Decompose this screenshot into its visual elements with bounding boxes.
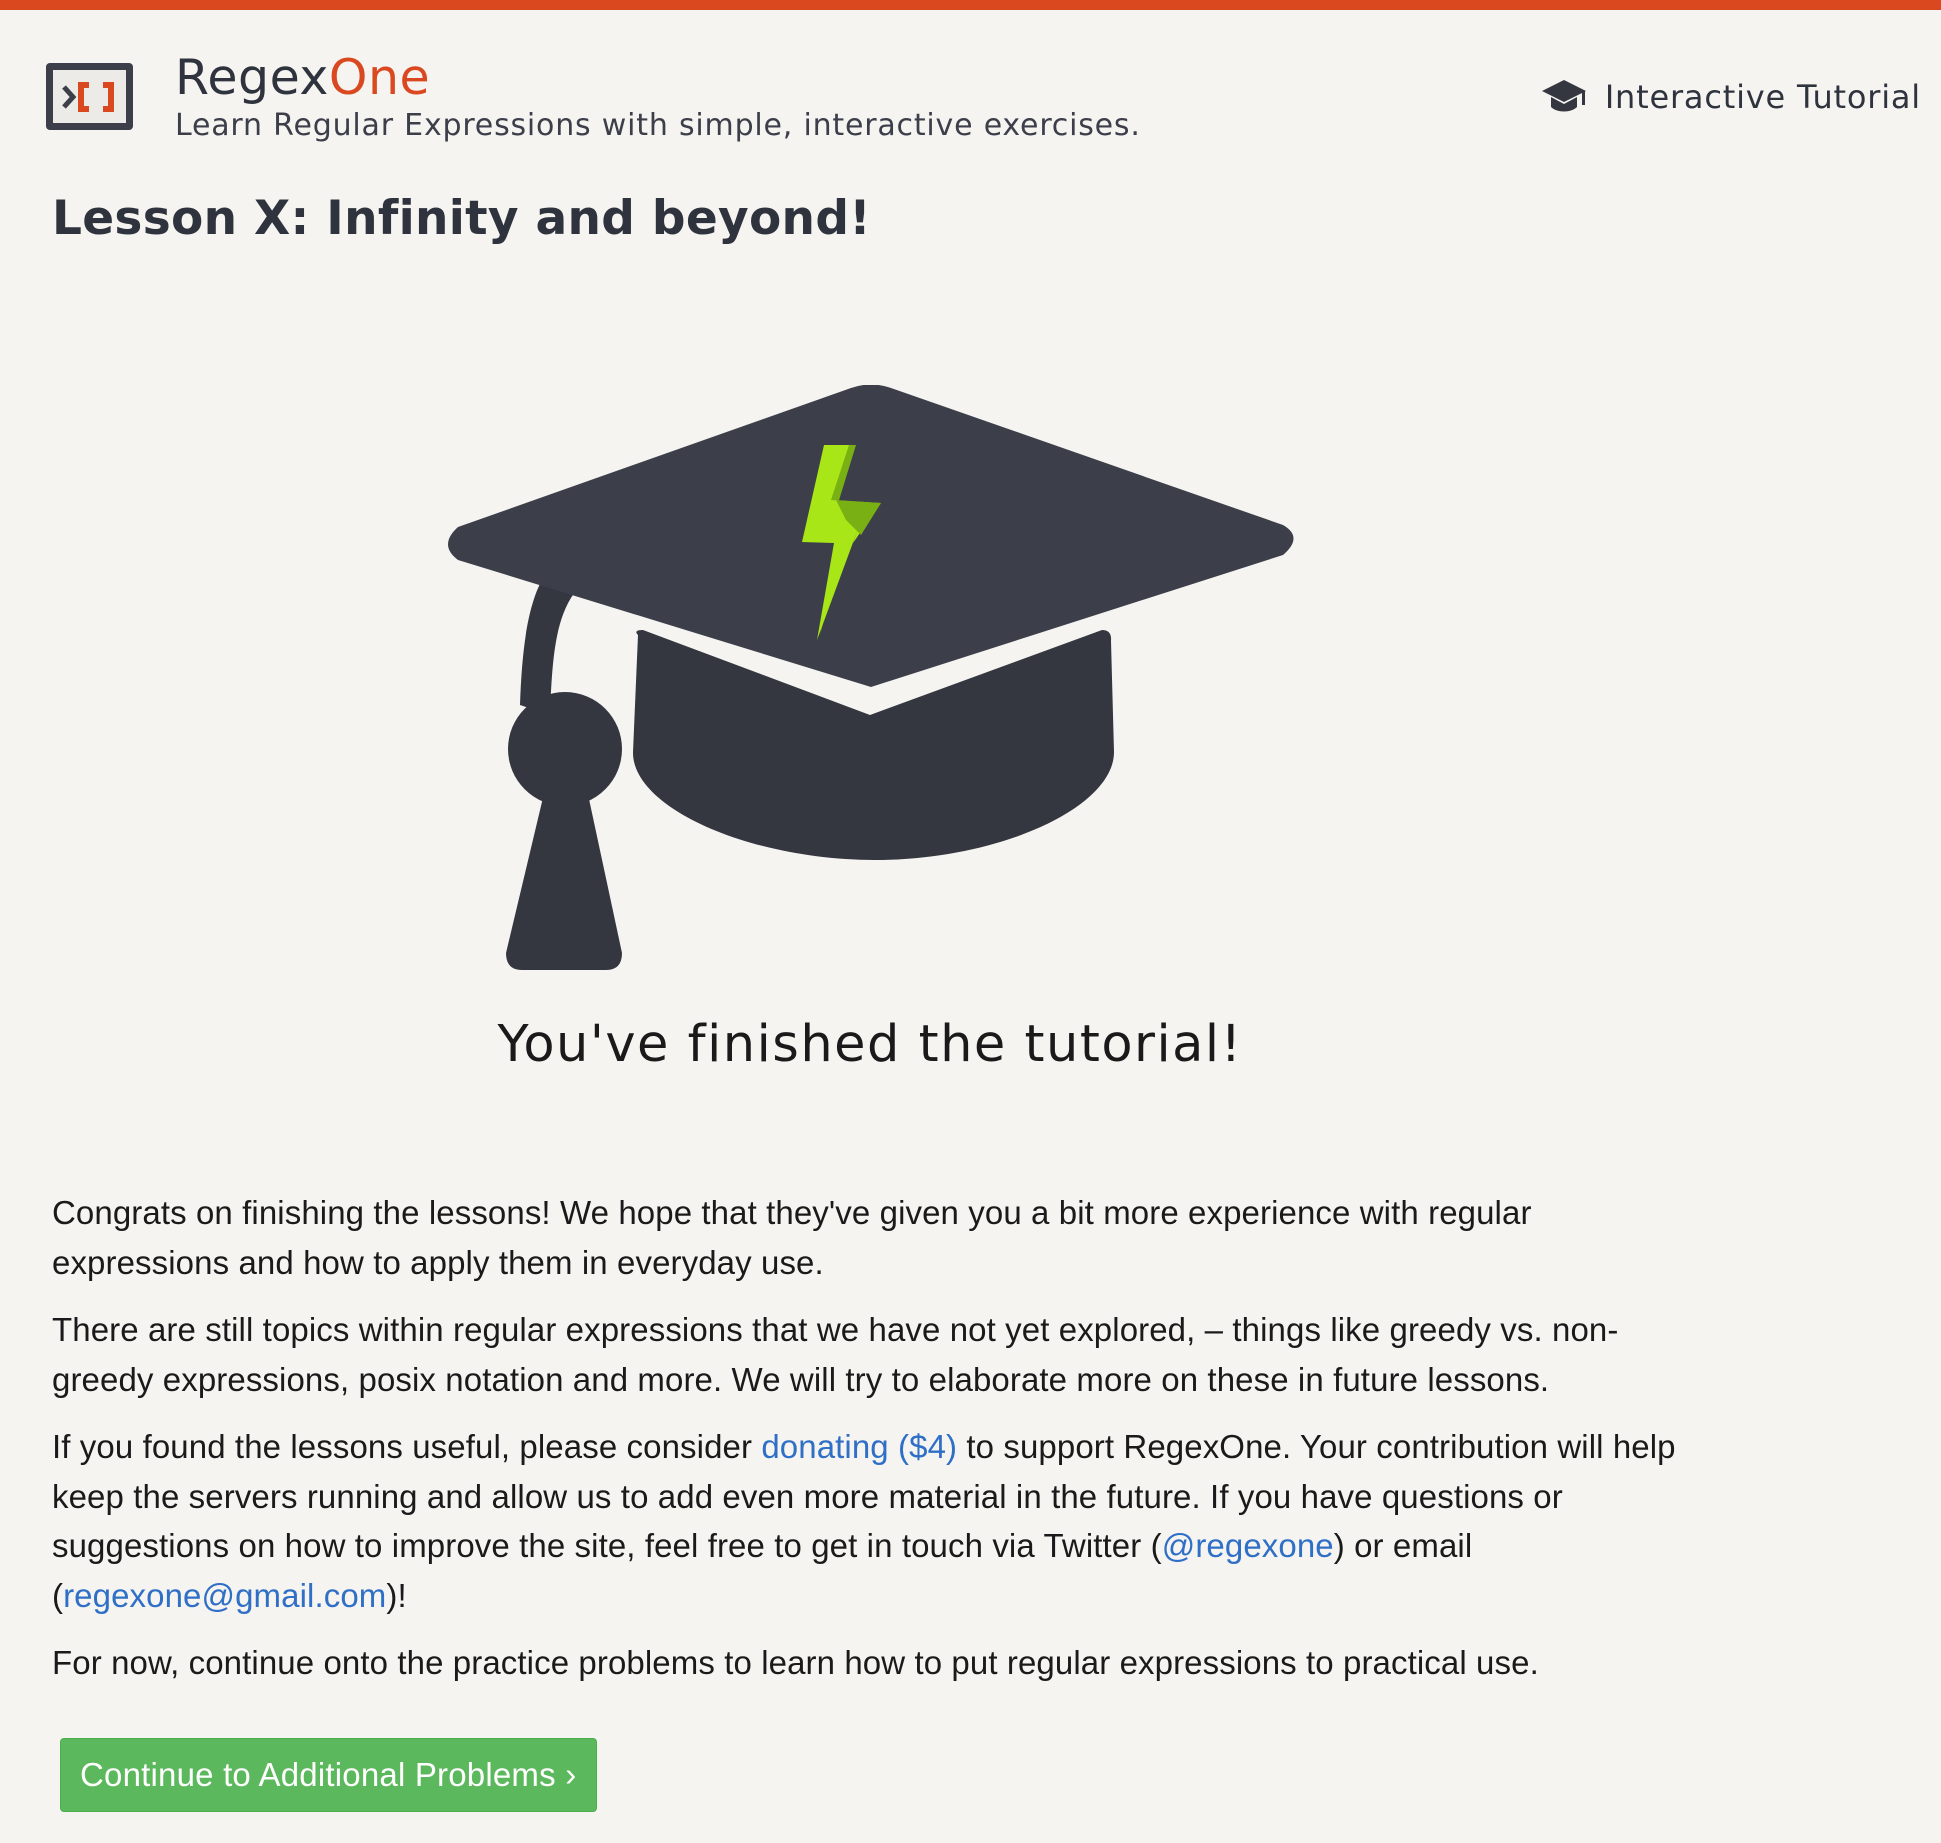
nav-label: Interactive Tutorial <box>1604 78 1921 116</box>
brand-accent: One <box>328 49 431 106</box>
brand-primary: Regex <box>175 49 329 106</box>
paragraph-donate: If you found the lessons useful, please … <box>52 1422 1692 1620</box>
tagline: Learn Regular Expressions with simple, i… <box>175 108 1141 143</box>
continue-button-label: Continue to Additional Problems › <box>80 1756 577 1793</box>
graduation-cap-lightning-icon <box>438 384 1302 970</box>
lesson-title: Lesson X: Infinity and beyond! <box>52 191 871 246</box>
lesson-content: Congrats on finishing the lessons! We ho… <box>52 1188 1692 1706</box>
donate-link[interactable]: donating ($4) <box>761 1428 957 1465</box>
twitter-link[interactable]: @regexone <box>1162 1527 1334 1564</box>
continue-button[interactable]: Continue to Additional Problems › <box>60 1738 598 1812</box>
paragraph-topics: There are still topics within regular ex… <box>52 1311 1619 1398</box>
paragraph-continue: For now, continue onto the practice prob… <box>52 1644 1539 1681</box>
site-header: RegexOne Learn Regular Expressions with … <box>0 10 1941 150</box>
brand-name[interactable]: RegexOne <box>175 48 430 108</box>
nav-interactive-tutorial[interactable]: Interactive Tutorial <box>1541 78 1921 116</box>
email-link[interactable]: regexone@gmail.com <box>63 1577 386 1614</box>
donate-text-4: )! <box>386 1576 407 1614</box>
graduation-cap-icon <box>1541 80 1586 112</box>
finished-heading: You've finished the tutorial! <box>497 1015 1243 1074</box>
paragraph-congrats: Congrats on finishing the lessons! We ho… <box>52 1194 1532 1281</box>
top-accent-bar <box>0 0 1941 10</box>
logo-icon[interactable] <box>44 61 135 132</box>
donate-text-1: If you found the lessons useful, please … <box>52 1428 762 1465</box>
